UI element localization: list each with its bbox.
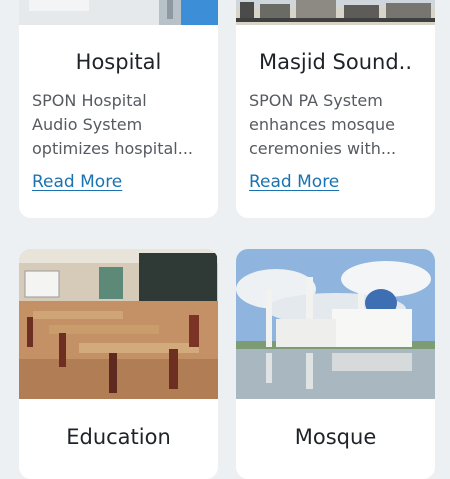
card-description: SPON PA System enhances mosque ceremonie… [249,91,397,158]
solutions-grid: Hospital SPON Hospital Audio System opti… [0,0,450,479]
card-description: SPON Hospital Audio System optimizes hos… [32,91,194,158]
card-title: Masjid Sound.. [258,50,413,74]
masjid-image[interactable] [236,0,435,25]
card-title: Mosque [294,425,377,449]
card-title: Education [66,425,171,449]
card-title: Hospital [75,50,162,74]
hospital-image[interactable] [19,0,218,25]
read-more-link[interactable]: Read More [32,172,122,192]
card-hospital[interactable]: Hospital SPON Hospital Audio System opti… [19,0,218,218]
card-mosque[interactable]: Mosque [236,249,435,479]
card-masjid-sound[interactable]: Masjid Sound.. SPON PA System enhances m… [236,0,435,218]
card-education[interactable]: Education [19,249,218,479]
mosque-image[interactable] [236,249,435,399]
read-more-link[interactable]: Read More [249,172,339,192]
classroom-image[interactable] [19,249,218,399]
